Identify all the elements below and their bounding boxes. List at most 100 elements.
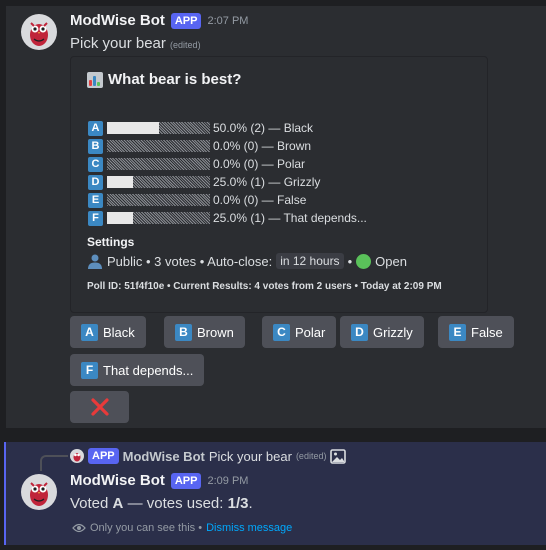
embed-footer: Poll ID: 51f4f10e • Current Results: 4 v… xyxy=(87,281,442,292)
regional-letter-icon: A xyxy=(88,120,103,136)
image-icon xyxy=(330,448,347,464)
progress-bar xyxy=(107,122,210,134)
button-label: Grizzly xyxy=(373,324,413,340)
progress-bar xyxy=(107,176,210,188)
owl-icon xyxy=(30,22,48,46)
dismiss-message-link[interactable]: Dismiss message xyxy=(206,522,292,534)
auto-close-chip: in 12 hours xyxy=(276,253,344,269)
regional-letter-icon: F xyxy=(81,361,98,379)
progress-bar xyxy=(107,158,210,170)
poll-row: C 0.0% (0) — Polar xyxy=(88,155,367,173)
embed-title: What bear is best? xyxy=(87,71,241,88)
settings-line: Public • 3 votes • Auto-close: in 12 hou… xyxy=(87,253,407,269)
voted-end: . xyxy=(248,495,253,512)
regional-letter-icon: E xyxy=(88,192,103,208)
regional-letter-icon: F xyxy=(88,210,103,226)
bar-fill xyxy=(107,212,133,224)
bar-empty xyxy=(107,194,210,206)
bar-chart-icon xyxy=(87,71,103,88)
author-name[interactable]: ModWise Bot xyxy=(70,12,165,29)
eye-icon xyxy=(72,523,86,533)
button-label: Brown xyxy=(197,324,234,340)
owl-icon xyxy=(73,452,81,462)
vote-button-polar[interactable]: C Polar xyxy=(262,316,337,348)
button-label: False xyxy=(471,324,503,340)
message-header: ModWise Bot APP 2:07 PM xyxy=(70,12,248,29)
poll-message: ModWise Bot APP 2:07 PM Pick your bear (… xyxy=(6,6,546,428)
regional-letter-icon: B xyxy=(175,323,192,341)
reply-connector xyxy=(40,455,68,471)
voted-mid: — votes used: xyxy=(127,495,224,512)
vote-button-black[interactable]: A Black xyxy=(70,316,146,348)
voted-letter: A xyxy=(112,495,124,512)
poll-row: D 25.0% (1) — Grizzly xyxy=(88,173,367,191)
progress-bar xyxy=(107,140,210,152)
bar-fill xyxy=(107,122,159,134)
ephemeral-text: Only you can see this • xyxy=(90,522,203,534)
red-x-icon xyxy=(90,398,109,416)
voted-prefix: Voted xyxy=(70,495,109,512)
author-name[interactable]: ModWise Bot xyxy=(70,472,165,489)
option-result: 0.0% (0) — False xyxy=(213,193,307,207)
votes-used: 1/3 xyxy=(227,495,249,512)
progress-bar xyxy=(107,212,210,224)
edited-label: (edited) xyxy=(295,451,327,461)
regional-letter-icon: C xyxy=(273,323,290,341)
settings-text: Public • 3 votes • Auto-close: xyxy=(107,253,273,269)
regional-letter-icon: D xyxy=(351,323,368,341)
app-badge: APP xyxy=(88,448,119,464)
poll-row: E 0.0% (0) — False xyxy=(88,191,367,209)
regional-letter-icon: B xyxy=(88,138,103,154)
separator: • xyxy=(347,253,353,269)
regional-letter-icon: D xyxy=(88,174,103,190)
reply-author[interactable]: ModWise Bot xyxy=(123,449,205,464)
vote-button-brown[interactable]: B Brown xyxy=(164,316,245,348)
app-badge: APP xyxy=(170,472,202,489)
button-label: That depends... xyxy=(103,362,194,378)
button-label: Black xyxy=(103,324,135,340)
vote-confirmation: Voted A — votes used: 1/3. xyxy=(70,495,253,512)
regional-letter-icon: A xyxy=(81,323,98,341)
reply-text: Pick your bear xyxy=(208,448,292,464)
app-badge: APP xyxy=(170,12,202,29)
option-result: 25.0% (1) — Grizzly xyxy=(213,175,321,189)
option-result: 50.0% (2) — Black xyxy=(213,121,314,135)
poll-row: F 25.0% (1) — That depends... xyxy=(88,209,367,227)
timestamp[interactable]: 2:09 PM xyxy=(207,475,248,487)
ephemeral-notice: Only you can see this • Dismiss message xyxy=(72,522,292,534)
green-circle-icon xyxy=(356,253,372,269)
poll-status: Open xyxy=(375,253,407,269)
bar-empty xyxy=(107,158,210,170)
bar-empty xyxy=(158,122,210,134)
bar-empty xyxy=(132,176,210,188)
poll-embed: What bear is best? A 50.0% (2) — Black B… xyxy=(70,56,488,313)
message-text: Pick your bear xyxy=(70,35,166,52)
bar-empty xyxy=(132,212,210,224)
progress-bar xyxy=(107,194,210,206)
poll-results: A 50.0% (2) — Black B 0.0% (0) — Brown C… xyxy=(88,119,367,227)
bot-avatar-small xyxy=(70,449,84,463)
poll-row: B 0.0% (0) — Brown xyxy=(88,137,367,155)
regional-letter-icon: E xyxy=(449,323,466,341)
poll-row: A 50.0% (2) — Black xyxy=(88,119,367,137)
vote-button-false[interactable]: E False xyxy=(438,316,514,348)
option-result: 0.0% (0) — Polar xyxy=(213,157,306,171)
bot-avatar[interactable] xyxy=(21,474,57,510)
bar-empty xyxy=(107,140,210,152)
edited-label: (edited) xyxy=(170,40,201,50)
option-result: 0.0% (0) — Brown xyxy=(213,139,312,153)
bar-fill xyxy=(107,176,133,188)
bot-avatar[interactable] xyxy=(21,14,57,50)
option-result: 25.0% (1) — That depends... xyxy=(213,211,367,225)
button-label: Polar xyxy=(295,324,326,340)
message-header: ModWise Bot APP 2:09 PM xyxy=(70,472,248,489)
timestamp[interactable]: 2:07 PM xyxy=(207,15,248,27)
ephemeral-message: APP ModWise Bot Pick your bear (edited) … xyxy=(4,442,546,545)
vote-button-that-depends[interactable]: F That depends... xyxy=(70,354,205,386)
regional-letter-icon: C xyxy=(88,156,103,172)
reply-reference[interactable]: APP ModWise Bot Pick your bear (edited) xyxy=(70,448,347,464)
user-silhouette-icon xyxy=(88,254,102,269)
close-poll-button[interactable] xyxy=(70,391,129,423)
vote-button-grizzly[interactable]: D Grizzly xyxy=(340,316,424,348)
settings-heading: Settings xyxy=(87,235,135,249)
